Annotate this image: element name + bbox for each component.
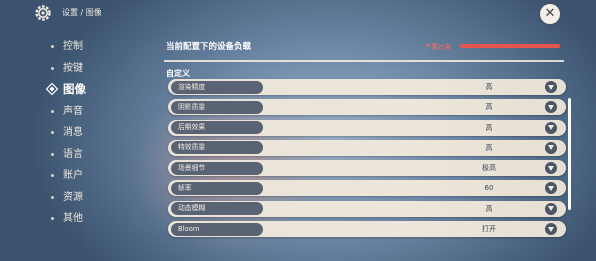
bullet-icon	[51, 66, 54, 70]
chevron-down-icon	[548, 165, 554, 171]
dropdown-button[interactable]	[545, 182, 557, 195]
sidebar: 控制 按键 图像 声音 消息 语言 账户 资源 其他	[46, 36, 128, 230]
device-load-bar	[460, 44, 560, 48]
device-load-title: 当前配置下的设备负载	[166, 42, 252, 52]
scrollbar[interactable]	[568, 98, 571, 210]
chevron-down-icon	[548, 84, 554, 90]
setting-row-effects-quality[interactable]: 特效质量 高	[168, 139, 566, 156]
bullet-icon	[51, 217, 54, 220]
dropdown-button[interactable]	[545, 202, 557, 215]
divider	[164, 60, 564, 62]
setting-label: 场景细节	[171, 161, 263, 175]
setting-value: 60	[484, 184, 494, 193]
setting-value: 高	[485, 123, 493, 132]
sidebar-item-controls[interactable]: 控制	[48, 36, 128, 58]
setting-label: 后期效果	[171, 121, 263, 135]
bullet-icon	[51, 174, 54, 177]
settings-panel: 当前配置下的设备负载 严重过高 自定义 渲染精度 高 阴影质量 高 后期效果 高…	[160, 33, 566, 261]
dropdown-button[interactable]	[545, 162, 557, 175]
chevron-down-icon	[548, 125, 554, 131]
sidebar-item-messages[interactable]: 消息	[48, 122, 128, 144]
sidebar-item-other[interactable]: 其他	[48, 208, 128, 230]
chevron-down-icon	[548, 185, 554, 191]
setting-value: 高	[485, 103, 493, 112]
sidebar-item-language[interactable]: 语言	[48, 144, 128, 166]
dropdown-button[interactable]	[545, 121, 557, 134]
sidebar-item-label: 语言	[63, 148, 83, 160]
setting-value: 高	[485, 204, 493, 213]
dropdown-button[interactable]	[545, 81, 557, 93]
top-bar: 设置 / 图像 ✕	[0, 0, 596, 26]
setting-row-frame-rate[interactable]: 帧率 60	[168, 180, 566, 197]
setting-value: 高	[485, 143, 493, 152]
breadcrumb: 设置 / 图像	[62, 8, 102, 17]
sidebar-item-label: 图像	[63, 82, 86, 96]
setting-row-render-resolution[interactable]: 渲染精度 高	[168, 79, 566, 95]
settings-list: 渲染精度 高 阴影质量 高 后期效果 高 特效质量 高 场景细节 极高 帧率 6…	[168, 79, 566, 241]
close-button[interactable]: ✕	[540, 4, 560, 24]
chevron-down-icon	[548, 104, 554, 110]
setting-row-shadow-quality[interactable]: 阴影质量 高	[168, 99, 566, 116]
gear-icon	[35, 5, 51, 21]
sidebar-item-account[interactable]: 账户	[48, 165, 128, 187]
sidebar-item-graphics[interactable]: 图像	[46, 79, 128, 101]
chevron-down-icon	[548, 226, 554, 232]
dropdown-button[interactable]	[545, 101, 557, 114]
sidebar-item-sound[interactable]: 声音	[48, 101, 128, 123]
setting-row-post-processing[interactable]: 后期效果 高	[168, 119, 566, 136]
chevron-down-icon	[548, 206, 554, 212]
sidebar-item-label: 账户	[63, 170, 83, 181]
setting-row-bloom[interactable]: Bloom 打开	[168, 221, 566, 238]
setting-row-motion-blur[interactable]: 动态模糊 高	[168, 200, 566, 217]
device-load-row: 当前配置下的设备负载 严重过高	[160, 33, 566, 59]
close-icon: ✕	[544, 6, 556, 21]
setting-label: 特效质量	[171, 141, 263, 155]
bullet-icon	[51, 109, 54, 113]
bullet-icon	[51, 131, 54, 134]
bullet-icon	[51, 195, 54, 199]
section-title: 自定义	[166, 69, 190, 78]
setting-row-scene-detail[interactable]: 场景细节 极高	[168, 160, 566, 177]
sidebar-item-keys[interactable]: 按键	[48, 58, 128, 80]
chevron-down-icon	[548, 145, 554, 151]
diamond-icon	[46, 83, 58, 95]
bullet-icon	[51, 152, 54, 156]
sidebar-item-label: 声音	[63, 105, 83, 117]
bullet-icon	[51, 45, 54, 48]
setting-label: 帧率	[171, 181, 263, 195]
sidebar-item-label: 其他	[63, 213, 83, 224]
sidebar-item-label: 资源	[63, 191, 83, 203]
setting-label: 渲染精度	[171, 80, 263, 94]
sidebar-item-label: 控制	[63, 41, 83, 52]
sidebar-item-label: 按键	[63, 62, 83, 74]
dropdown-button[interactable]	[545, 223, 557, 236]
setting-label: Bloom	[171, 222, 263, 236]
device-load-status: 严重过高	[425, 43, 451, 51]
setting-label: 动态模糊	[171, 202, 263, 216]
sidebar-item-label: 消息	[63, 127, 83, 138]
setting-label: 阴影质量	[171, 100, 263, 114]
setting-value: 极高	[482, 164, 496, 173]
dropdown-button[interactable]	[545, 141, 557, 154]
setting-value: 打开	[482, 225, 496, 234]
setting-value: 高	[485, 83, 493, 91]
sidebar-item-resources[interactable]: 资源	[48, 187, 128, 209]
